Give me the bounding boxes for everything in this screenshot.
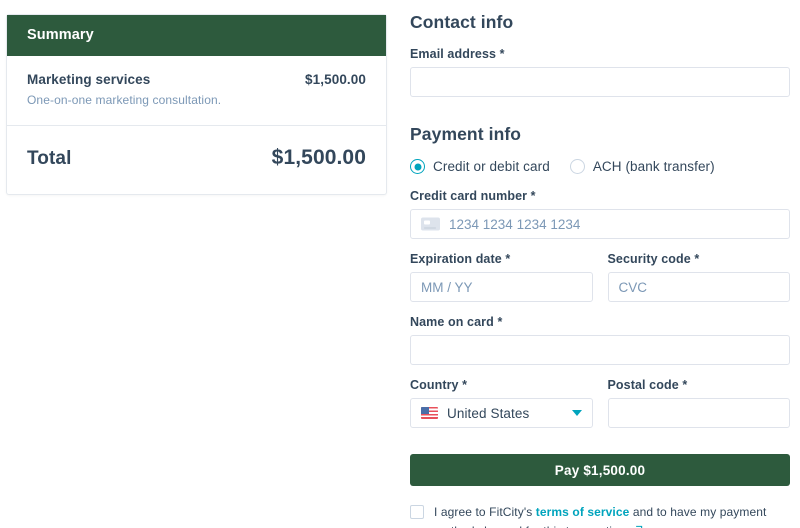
country-select[interactable]: United States <box>410 398 593 428</box>
card-number-field-group: Credit card number * <box>410 189 790 239</box>
line-item-price: $1,500.00 <box>305 72 366 87</box>
terms-of-service-link[interactable]: terms of service <box>536 505 630 519</box>
terms-text-before: I agree to FitCity's <box>434 505 536 519</box>
radio-credit-card-icon[interactable] <box>410 159 425 174</box>
postal-code-field-group: Postal code * <box>607 378 790 428</box>
email-input[interactable] <box>410 67 790 97</box>
line-item: Marketing services $1,500.00 <box>27 72 366 87</box>
summary-header: Summary <box>7 15 386 56</box>
card-number-input[interactable] <box>410 209 790 239</box>
payment-method-ach[interactable]: ACH (bank transfer) <box>569 159 715 174</box>
line-item-name: Marketing services <box>27 72 151 87</box>
terms-checkbox[interactable] <box>410 505 424 519</box>
order-summary-card: Summary Marketing services $1,500.00 One… <box>6 14 387 195</box>
external-link-icon[interactable] <box>632 523 643 528</box>
summary-total-row: Total $1,500.00 <box>7 126 386 194</box>
country-select-wrap: United States <box>410 398 593 428</box>
line-item-description: One-on-one marketing consultation. <box>27 93 222 107</box>
name-on-card-field-group: Name on card * <box>410 315 790 365</box>
country-postal-row: Country * United States Postal code * <box>410 378 790 428</box>
country-label: Country * <box>410 378 468 392</box>
chevron-down-icon[interactable] <box>571 410 582 416</box>
email-label: Email address * <box>410 47 505 61</box>
security-code-field-group: Security code * <box>607 252 790 302</box>
payment-info-title: Payment info <box>410 124 522 144</box>
expiration-input[interactable] <box>410 272 593 302</box>
card-number-input-wrap <box>410 209 790 239</box>
terms-text: I agree to FitCity's terms of service an… <box>434 503 790 528</box>
payment-method-group: Credit or debit card ACH (bank transfer) <box>410 159 790 174</box>
postal-code-label: Postal code * <box>607 378 688 392</box>
total-value: $1,500.00 <box>271 146 366 169</box>
us-flag-icon <box>421 407 438 419</box>
security-code-label: Security code * <box>607 252 700 266</box>
credit-card-icon <box>421 217 440 231</box>
radio-ach-icon[interactable] <box>569 159 585 174</box>
pay-button[interactable]: Pay $1,500.00 <box>410 454 790 486</box>
country-selected-value: United States <box>447 405 530 421</box>
summary-title: Summary <box>27 27 94 43</box>
security-code-input[interactable] <box>607 272 790 302</box>
expiration-label: Expiration date * <box>410 252 511 266</box>
card-number-label: Credit card number * <box>410 189 536 203</box>
summary-line-items: Marketing services $1,500.00 One-on-one … <box>7 56 386 125</box>
expiry-security-row: Expiration date * Security code * <box>410 252 790 302</box>
checkout-page: Summary Marketing services $1,500.00 One… <box>0 0 800 528</box>
payment-method-credit-card-label: Credit or debit card <box>433 159 550 174</box>
total-label: Total <box>27 148 72 169</box>
expiration-field-group: Expiration date * <box>410 252 593 302</box>
payment-method-ach-label: ACH (bank transfer) <box>592 159 715 174</box>
name-on-card-input[interactable] <box>410 335 790 365</box>
email-field-group: Email address * <box>410 47 790 97</box>
payment-method-credit-card[interactable]: Credit or debit card <box>410 159 550 174</box>
country-field-group: Country * United States <box>410 378 593 428</box>
terms-agreement-row: I agree to FitCity's terms of service an… <box>410 503 790 528</box>
name-on-card-label: Name on card * <box>410 315 503 329</box>
contact-info-title: Contact info <box>410 12 514 32</box>
checkout-form: Contact info Email address * Payment inf… <box>410 12 790 528</box>
postal-code-input[interactable] <box>607 398 790 428</box>
